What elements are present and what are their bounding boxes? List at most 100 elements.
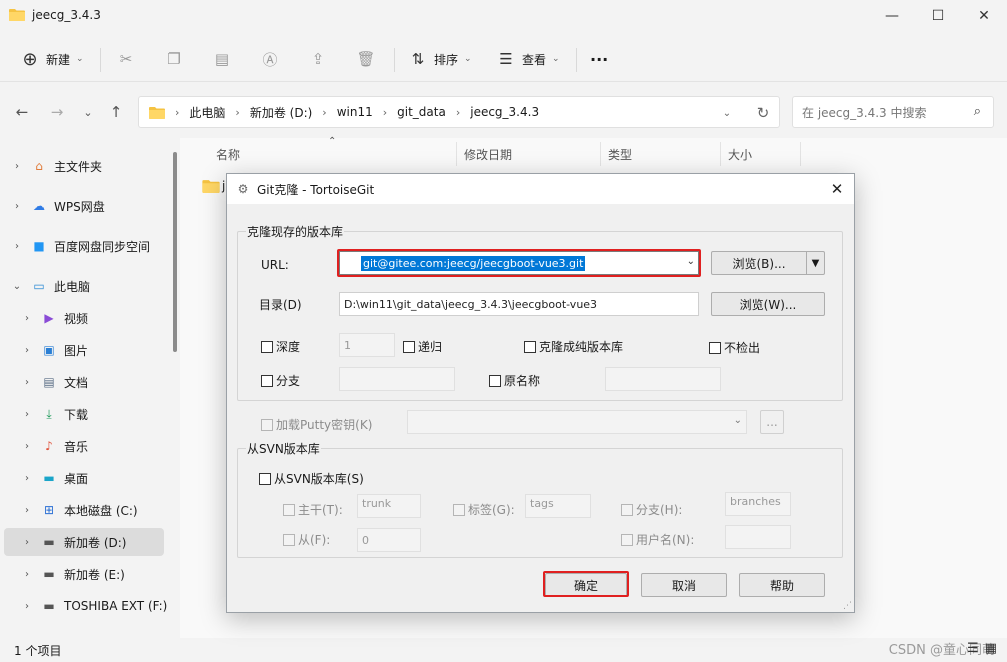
address-dropdown-icon[interactable]: ⌄ — [717, 103, 737, 123]
breadcrumb-item[interactable]: win11 — [337, 105, 373, 119]
breadcrumb-item[interactable]: git_data — [397, 105, 446, 119]
browse-url-button[interactable]: 浏览(B)... ▼ — [711, 251, 825, 275]
chevron-right-icon: › — [382, 105, 388, 119]
sidebar-item-desktop[interactable]: › ▬ 桌面 — [0, 464, 168, 492]
share-button[interactable]: ⇪ — [308, 46, 328, 72]
breadcrumb-item[interactable]: jeecg_3.4.3 — [470, 105, 539, 119]
minimize-button[interactable]: — — [869, 0, 915, 32]
column-divider[interactable] — [456, 142, 457, 166]
sort-label: 排序 — [434, 52, 459, 67]
directory-input[interactable]: D:\win11\git_data\jeecg_3.4.3\jeecgboot-… — [339, 292, 699, 316]
sidebar-item-drive-d[interactable]: › ▬ 新加卷 (D:) — [4, 528, 164, 556]
browse-dir-button[interactable]: 浏览(W)... — [711, 292, 825, 316]
sidebar-item-pictures[interactable]: › ▣ 图片 — [0, 336, 168, 364]
close-window-button[interactable]: ✕ — [961, 0, 1007, 32]
column-divider[interactable] — [600, 142, 601, 166]
sidebar-item-this-pc[interactable]: ⌄ ▭ 此电脑 — [0, 272, 168, 300]
tags-checkbox[interactable]: 标签(G): — [453, 501, 515, 518]
sidebar-item-label: 此电脑 — [54, 279, 91, 294]
trunk-checkbox[interactable]: 主干(T): — [283, 501, 343, 518]
forward-button[interactable]: → — [45, 100, 69, 124]
sidebar-item-label: TOSHIBA EXT (F:) — [64, 599, 168, 613]
details-view-icon[interactable]: ☰ — [967, 641, 979, 656]
chevron-right-icon: › — [25, 408, 29, 420]
no-checkout-label: 不检出 — [724, 341, 761, 355]
navigation-pane: › ⌂ 主文件夹 › ☁ WPS网盘 › ■ 百度网盘同步空间 ⌄ ▭ 此电脑 … — [0, 146, 172, 636]
column-size[interactable]: 大小 — [728, 146, 752, 163]
origin-input[interactable] — [605, 367, 721, 391]
branches-input[interactable]: branches — [725, 492, 791, 516]
bare-checkbox[interactable]: 克隆成纯版本库 — [524, 338, 623, 355]
no-checkout-checkbox[interactable]: 不检出 — [709, 339, 760, 356]
view-button[interactable]: ☰ 查看 ⌄ — [496, 46, 559, 72]
sidebar-item-drive-f[interactable]: › ▬ TOSHIBA EXT (F:) — [0, 592, 168, 620]
address-bar[interactable]: › 此电脑 › 新加卷 (D:) › win11 › git_data › je… — [138, 96, 780, 128]
putty-browse-button[interactable]: ... — [760, 410, 784, 434]
column-divider[interactable] — [720, 142, 721, 166]
chevron-right-icon: › — [25, 472, 29, 484]
sidebar-item-music[interactable]: › ♪ 音乐 — [0, 432, 168, 460]
checkbox-box — [261, 340, 273, 353]
directory-label: 目录(D) — [259, 298, 302, 312]
status-bar: 1 个项目 CSDN @童心同萌 ☰ ▦ — [0, 638, 1007, 662]
tags-input[interactable]: tags — [525, 494, 591, 518]
video-icon: ▶ — [44, 311, 54, 325]
new-button[interactable]: ⊕ 新建 ⌄ — [20, 46, 83, 72]
recursive-checkbox[interactable]: 递归 — [403, 338, 442, 355]
from-revision-checkbox[interactable]: 从(F): — [283, 531, 330, 548]
close-icon[interactable]: ✕ — [826, 178, 848, 200]
depth-input[interactable]: 1 — [339, 333, 395, 357]
rename-button[interactable]: Ⓐ — [260, 46, 280, 72]
trash-icon: 🗑 — [356, 50, 376, 68]
breadcrumb-item[interactable]: 新加卷 (D:) — [250, 104, 312, 121]
sidebar-item-videos[interactable]: › ▶ 视频 — [0, 304, 168, 332]
sidebar-item-documents[interactable]: › ▤ 文档 — [0, 368, 168, 396]
recent-button[interactable]: ⌄ — [76, 100, 100, 124]
delete-button[interactable]: 🗑 — [356, 46, 376, 72]
sidebar-item-drive-e[interactable]: › ▬ 新加卷 (E:) — [0, 560, 168, 588]
depth-checkbox[interactable]: 深度 — [261, 338, 300, 355]
resize-grip-icon[interactable]: ⋰ — [843, 601, 852, 611]
rename-icon: Ⓐ — [262, 50, 278, 69]
up-button[interactable]: ↑ — [104, 100, 128, 124]
sidebar-item-downloads[interactable]: › ⤓ 下载 — [0, 400, 168, 428]
search-input[interactable]: 在 jeecg_3.4.3 中搜索 ⌕ — [792, 96, 994, 128]
copy-button[interactable]: ❐ — [164, 46, 184, 72]
dropdown-arrow-icon[interactable]: ▼ — [806, 252, 824, 274]
from-revision-input[interactable]: 0 — [357, 528, 421, 552]
username-checkbox[interactable]: 用户名(N): — [621, 531, 694, 548]
column-type[interactable]: 类型 — [608, 146, 632, 163]
origin-checkbox[interactable]: 原名称 — [489, 372, 540, 389]
back-button[interactable]: ← — [10, 100, 34, 124]
column-modified[interactable]: 修改日期 — [464, 146, 512, 163]
branch-checkbox[interactable]: 分支 — [261, 372, 300, 389]
sidebar-item-home[interactable]: › ⌂ 主文件夹 — [0, 152, 168, 180]
help-button[interactable]: 帮助 — [739, 573, 825, 597]
cut-button[interactable]: ✂ — [116, 46, 136, 72]
more-button[interactable]: ··· — [590, 46, 608, 72]
sidebar-item-drive-c[interactable]: › ⊞ 本地磁盘 (C:) — [0, 496, 168, 524]
from-svn-checkbox[interactable]: 从SVN版本库(S) — [259, 470, 364, 487]
refresh-icon[interactable]: ↻ — [753, 103, 773, 123]
cancel-button[interactable]: 取消 — [641, 573, 727, 597]
sidebar-item-baidu[interactable]: › ■ 百度网盘同步空间 — [0, 232, 168, 260]
column-name[interactable]: 名称 — [216, 146, 240, 163]
paste-button[interactable]: ▤ — [212, 46, 232, 72]
breadcrumb-item[interactable]: 此电脑 — [189, 104, 225, 121]
trunk-input[interactable]: trunk — [357, 494, 421, 518]
sort-button[interactable]: ⇅ 排序 ⌄ — [408, 46, 472, 72]
username-input[interactable] — [725, 525, 791, 549]
view-icon: ☰ — [499, 50, 513, 68]
sidebar-item-label: 音乐 — [64, 439, 89, 454]
sidebar-scrollbar[interactable] — [173, 152, 177, 352]
highlight-box — [337, 249, 701, 277]
tiles-view-icon[interactable]: ▦ — [985, 641, 997, 656]
column-divider[interactable] — [800, 142, 801, 166]
branch-input[interactable] — [339, 367, 455, 391]
putty-checkbox[interactable]: 加载Putty密钥(K) — [261, 416, 372, 433]
maximize-button[interactable]: ☐ — [915, 0, 961, 32]
file-row-name[interactable]: j — [222, 179, 225, 193]
putty-key-combobox[interactable]: ⌄ — [407, 410, 747, 434]
sidebar-item-wps[interactable]: › ☁ WPS网盘 — [0, 192, 168, 220]
branches-checkbox[interactable]: 分支(H): — [621, 501, 682, 518]
